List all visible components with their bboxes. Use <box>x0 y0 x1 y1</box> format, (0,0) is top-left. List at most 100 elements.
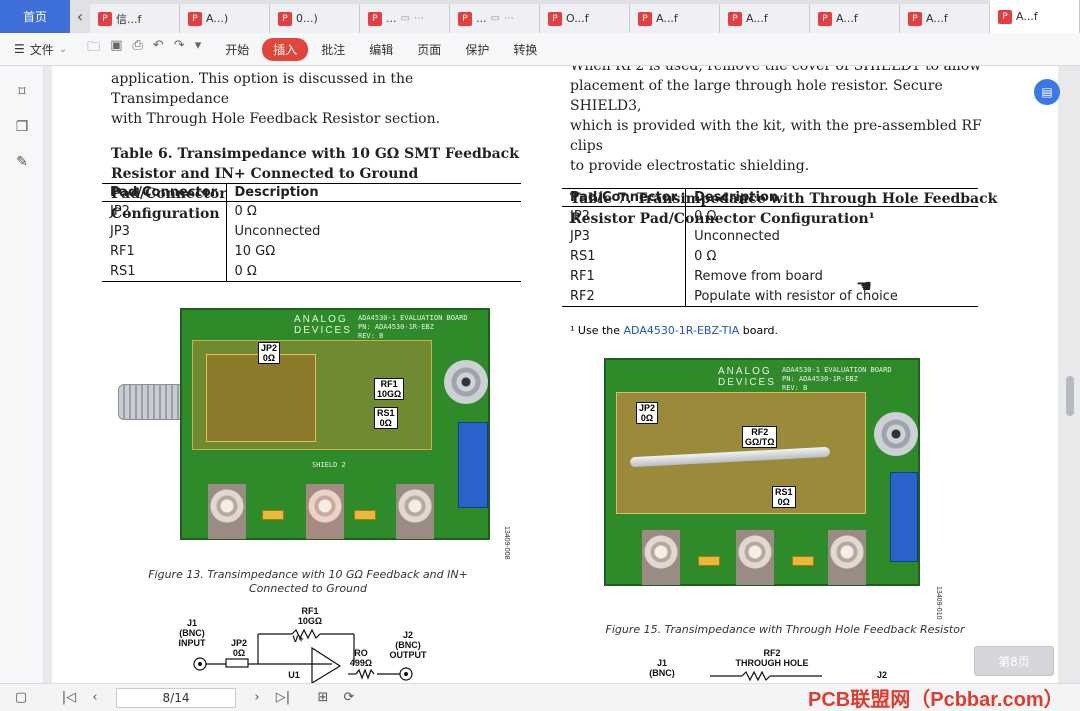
tab-label: A...f <box>746 12 768 25</box>
lug-terminal <box>208 484 246 539</box>
sidebar-toggle-icon[interactable]: ▢ <box>8 690 34 705</box>
tab-home[interactable]: 首页 <box>0 0 70 33</box>
table-cell: Unconnected <box>694 229 780 244</box>
open-folder-icon[interactable]: 🗀 <box>87 38 100 60</box>
bnc-output-connector <box>444 360 488 404</box>
tab-document[interactable]: P A...f <box>810 4 900 33</box>
pdf-icon: P <box>908 11 922 26</box>
annotation-icon[interactable]: ✎ <box>0 144 44 179</box>
convert-icon: ▤ <box>1041 85 1053 99</box>
prev-page-icon[interactable]: ‹ <box>82 690 108 705</box>
watermark: PCB联盟网（Pcbbar.com） <box>808 688 1064 711</box>
tab-document[interactable]: P 0...) <box>270 4 360 33</box>
page-indicator-button[interactable]: 第8页 <box>974 646 1054 676</box>
table-cell: JP3 <box>562 226 687 247</box>
file-menu-button[interactable]: ☰ 文件 ⌄ <box>0 33 75 66</box>
figure-13-caption: Figure 13. Transimpedance with 10 GΩ Fee… <box>148 568 468 595</box>
rf1-resistor-symbol <box>291 628 321 640</box>
footnote-link[interactable]: ADA4530-1R-EBZ-TIA <box>624 324 740 337</box>
bnc-connector-side <box>118 384 184 420</box>
tab-document-active[interactable]: P A...f <box>990 0 1080 33</box>
redo-icon[interactable]: ↷ <box>174 38 185 60</box>
table-row: JP2 0 Ω <box>562 206 978 227</box>
menu-edit[interactable]: 编辑 <box>358 38 404 61</box>
pcb-board: ANALOG DEVICES ADA4530-1 EVALUATION BOARD… <box>180 308 490 540</box>
ro-resistor-symbol <box>355 668 375 680</box>
first-page-icon[interactable]: |◁ <box>56 690 82 705</box>
table-cell: 0 Ω <box>694 209 717 225</box>
page-number-input[interactable]: 8/14 <box>116 687 236 708</box>
tab-document[interactable]: P A...f <box>720 4 810 33</box>
scrollbar-thumb[interactable] <box>1066 376 1074 416</box>
table-cell: RF2 <box>562 286 687 307</box>
menu-start[interactable]: 开始 <box>214 38 260 61</box>
tab-label: 信...f <box>116 12 142 26</box>
board-title: ADA4530-1 EVALUATION BOARD <box>358 314 468 322</box>
table-cell: RS1 <box>102 261 227 282</box>
table-row: JP2 0 Ω <box>102 201 521 222</box>
inner-shield <box>206 354 316 442</box>
thumbnail-icon[interactable]: ❐ <box>0 109 44 144</box>
figure-id: 13409-008 <box>503 526 510 560</box>
tab-document[interactable]: P 信...f <box>90 4 180 33</box>
customize-icon[interactable]: ▾ <box>195 38 202 60</box>
table-row: RF1 10 GΩ <box>102 241 521 262</box>
table7: Pad/Connector Description JP2 0 Ω JP3 Unco… <box>562 188 978 307</box>
pdf-icon: P <box>818 11 832 26</box>
tab-document[interactable]: P O...f <box>540 4 630 33</box>
table-header: Description <box>685 188 978 207</box>
pdf-icon: P <box>548 11 562 26</box>
schematic-wires <box>710 670 822 682</box>
right-intro-line: placement of the large through hole resi… <box>570 78 943 114</box>
tab-document[interactable]: P... ▭ ⋯ <box>360 4 450 33</box>
save-icon[interactable]: ▣ <box>110 38 122 60</box>
table-cell: JP2 <box>562 206 687 227</box>
tab-label: A...f <box>926 12 948 25</box>
pdf-icon: P <box>998 9 1012 24</box>
rotate-icon[interactable]: ⟳ <box>336 690 362 705</box>
tab-document[interactable]: P A...) <box>180 4 270 33</box>
tab-label: A...f <box>1016 10 1038 23</box>
menu-convert[interactable]: 转换 <box>502 38 548 61</box>
chevron-left-icon[interactable]: ‹ <box>70 0 90 33</box>
right-intro-line: which is provided with the kit, with the… <box>570 118 982 154</box>
last-page-icon[interactable]: ▷| <box>270 690 296 705</box>
menu-page[interactable]: 页面 <box>406 38 452 61</box>
tab-document[interactable]: P A...f <box>900 4 990 33</box>
table-cell: Unconnected <box>234 224 321 239</box>
figure-15-schematic: J1 (BNC) RF2 THROUGH HOLE J2 <box>642 646 942 683</box>
undo-icon[interactable]: ↶ <box>153 38 164 60</box>
yellow-component <box>698 556 720 566</box>
table-header-row: Pad/Connector Description <box>562 188 978 207</box>
tab-document[interactable]: P... ▭ ⋯ <box>450 4 540 33</box>
yellow-component <box>792 556 814 566</box>
add-page-icon[interactable]: ⊞ <box>310 690 336 705</box>
print-icon[interactable]: ⎙ <box>132 38 142 60</box>
table-cell: JP2 <box>102 201 227 222</box>
figure-15-caption: Figure 15. Transimpedance with Through H… <box>605 623 965 636</box>
opamp-symbol <box>311 646 342 683</box>
table-cell: RF1 <box>102 241 227 262</box>
quick-actions: 🗀 ▣ ⎙ ↶ ↷ ▾ <box>75 38 213 60</box>
pdf-icon: P <box>728 11 742 26</box>
pdf-icon: P <box>98 11 112 26</box>
bookmark-icon[interactable]: ⌑ <box>0 74 44 109</box>
menu-annotate[interactable]: 批注 <box>310 38 356 61</box>
next-page-icon[interactable]: › <box>244 690 270 705</box>
table-cell: 0 Ω <box>234 204 257 220</box>
pdf-icon: P <box>188 11 202 26</box>
tab-bar: 首页 ‹ P 信...f P A...) P 0...) P... ▭ ⋯ P... ▭ ⋯ … <box>0 0 1080 33</box>
menu-insert[interactable]: 插入 <box>262 37 309 61</box>
chevron-down-icon: ⌄ <box>58 43 68 55</box>
menu-protect[interactable]: 保护 <box>454 38 500 61</box>
tab-document[interactable]: P A...f <box>630 4 720 33</box>
table-row: JP3 Unconnected <box>102 221 521 242</box>
table-cell: 0 Ω <box>226 261 521 282</box>
table-header: Pad/Connector <box>562 188 687 207</box>
board-rev: REV: B <box>782 384 808 392</box>
floating-tool-button[interactable]: ▤ <box>1034 79 1060 105</box>
schematic-wires <box>193 628 413 683</box>
yellow-component <box>262 510 284 520</box>
right-intro-line: When RF2 is used, remove the cover of SH… <box>570 66 982 74</box>
callout-rf1: RF1 10GΩ <box>374 378 405 400</box>
